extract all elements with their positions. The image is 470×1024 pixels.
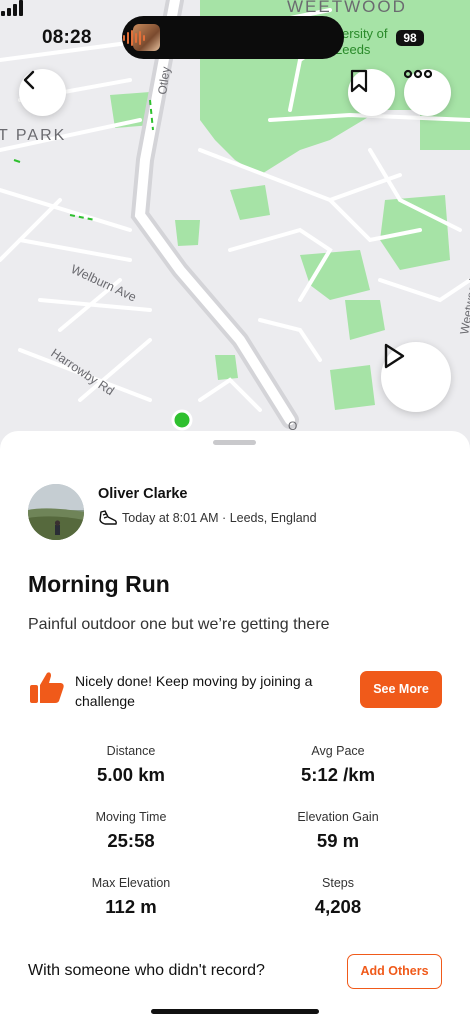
athlete-name[interactable]: Oliver Clarke [98, 486, 187, 502]
activity-description: Painful outdoor one but we’re getting th… [28, 616, 330, 633]
battery-indicator: 98 [396, 30, 424, 46]
cellular-signal-icon [1, 0, 23, 16]
route-map[interactable]: WEETWOOD ersity of Leeds T PARK Otley We… [0, 0, 470, 450]
map-label-otley: Otley [155, 66, 173, 96]
bookmark-icon [350, 69, 368, 93]
activity-sheet: Oliver Clarke Today at 8:01 AM · Leeds, … [0, 431, 470, 1024]
shoe-icon [99, 510, 117, 525]
thumbs-up-icon [30, 672, 64, 703]
route-segment [13, 159, 21, 163]
more-options-button[interactable] [404, 69, 451, 116]
activity-title: Morning Run [28, 571, 170, 597]
activity-meta: Today at 8:01 AM · Leeds, England [122, 511, 317, 525]
stat-max-elevation: Max Elevation 112 m [41, 876, 221, 918]
stat-value: 59 m [316, 830, 360, 851]
map-label-park: T PARK [0, 127, 66, 144]
athlete-avatar[interactable] [28, 484, 84, 540]
stat-value: 4,208 [314, 896, 362, 917]
stat-label: Moving Time [95, 810, 167, 824]
map-label-welburn: Welburn Ave [69, 262, 139, 304]
stat-value: 5.00 km [97, 764, 165, 785]
stat-value: 5:12 /km [300, 764, 376, 785]
sheet-drag-handle[interactable] [213, 440, 256, 445]
stat-label: Max Elevation [91, 876, 171, 890]
avatar-photo [28, 484, 84, 540]
status-time: 08:28 [42, 27, 92, 48]
map-label-harrowby: Harrowby Rd [48, 346, 116, 398]
promo-message: Nicely done! Keep moving by joining a ch… [75, 673, 313, 709]
route-start-marker [171, 409, 193, 431]
stat-label: Steps [322, 876, 354, 890]
stat-value: 112 m [105, 896, 157, 917]
map-label-weetwood: WEETWOOD [287, 0, 407, 16]
add-others-button[interactable]: Add Others [347, 954, 442, 989]
stat-label: Elevation Gain [297, 810, 379, 824]
back-button[interactable] [19, 69, 66, 116]
map-label-university: ersity of [342, 26, 388, 41]
more-dots-icon [404, 69, 432, 79]
home-indicator[interactable] [151, 1009, 319, 1014]
audio-waveform-icon [123, 30, 145, 46]
stat-steps: Steps 4,208 [248, 876, 428, 918]
stat-moving-time: Moving Time 25:58 [41, 810, 221, 852]
stat-avg-pace: Avg Pace 5:12 /km [248, 744, 428, 786]
stat-elevation-gain: Elevation Gain 59 m [248, 810, 428, 852]
add-others-prompt: With someone who didn't record? [28, 962, 265, 979]
play-icon [384, 343, 405, 369]
see-more-button[interactable]: See More [360, 671, 442, 708]
bookmark-button[interactable] [348, 69, 395, 116]
chevron-left-icon [23, 70, 35, 90]
stat-value: 25:58 [107, 830, 155, 851]
stat-label: Distance [106, 744, 156, 758]
stat-label: Avg Pace [311, 744, 365, 758]
play-flyover-button[interactable] [381, 342, 451, 412]
dynamic-island[interactable] [122, 16, 344, 59]
stat-distance: Distance 5.00 km [41, 744, 221, 786]
